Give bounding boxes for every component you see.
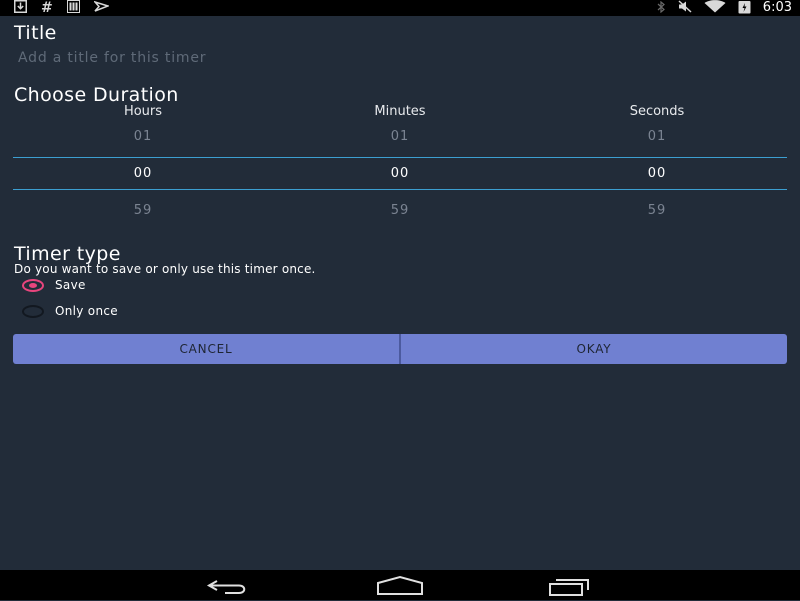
okay-button[interactable]: OKAY — [401, 334, 787, 364]
minutes-current-value[interactable]: 00 — [300, 166, 500, 181]
cancel-button[interactable]: CANCEL — [13, 334, 399, 364]
radio-save-label: Save — [55, 278, 86, 292]
battery-icon — [738, 0, 751, 17]
mute-icon — [678, 0, 692, 16]
minutes-picker[interactable]: Minutes 01 00 59 — [300, 104, 500, 218]
flag-icon — [92, 0, 111, 16]
seconds-next-value[interactable]: 59 — [557, 203, 757, 218]
title-heading: Title — [14, 22, 57, 44]
minutes-label: Minutes — [374, 104, 426, 119]
seconds-label: Seconds — [629, 104, 685, 119]
picker-selection-line-top — [13, 157, 787, 158]
timer-type-description: Do you want to save or only use this tim… — [14, 262, 316, 276]
seconds-picker[interactable]: Seconds 01 00 59 — [557, 104, 757, 218]
back-icon[interactable] — [205, 575, 253, 597]
radio-only-once-label: Only once — [55, 304, 118, 318]
radio-checked-icon[interactable] — [22, 278, 44, 292]
hours-label: Hours — [123, 104, 163, 119]
status-time: 6:03 — [762, 0, 792, 15]
minutes-next-value[interactable]: 59 — [300, 203, 500, 218]
seconds-current-value[interactable]: 00 — [557, 166, 757, 181]
bluetooth-icon — [657, 0, 666, 16]
dialog-button-bar: CANCEL OKAY — [13, 334, 787, 364]
radio-save[interactable]: Save — [22, 276, 86, 294]
seconds-prev-value[interactable]: 01 — [557, 129, 757, 144]
recent-apps-icon[interactable] — [546, 575, 594, 597]
title-input[interactable] — [18, 47, 778, 69]
choose-duration-heading: Choose Duration — [14, 84, 179, 106]
signal-bars-icon — [66, 0, 80, 16]
radio-unchecked-icon[interactable] — [22, 304, 44, 318]
status-bar: # 6:03 — [0, 0, 800, 16]
hours-current-value[interactable]: 00 — [43, 166, 243, 181]
hash-icon: # — [41, 0, 53, 16]
radio-only-once[interactable]: Only once — [22, 302, 118, 320]
download-icon — [14, 0, 27, 16]
home-icon[interactable] — [376, 575, 424, 597]
picker-selection-line-bottom — [13, 189, 787, 190]
hours-prev-value[interactable]: 01 — [43, 129, 243, 144]
navigation-bar — [0, 570, 800, 600]
wifi-icon — [704, 0, 726, 16]
hours-next-value[interactable]: 59 — [43, 203, 243, 218]
hours-picker[interactable]: Hours 01 00 59 — [43, 104, 243, 218]
minutes-prev-value[interactable]: 01 — [300, 129, 500, 144]
